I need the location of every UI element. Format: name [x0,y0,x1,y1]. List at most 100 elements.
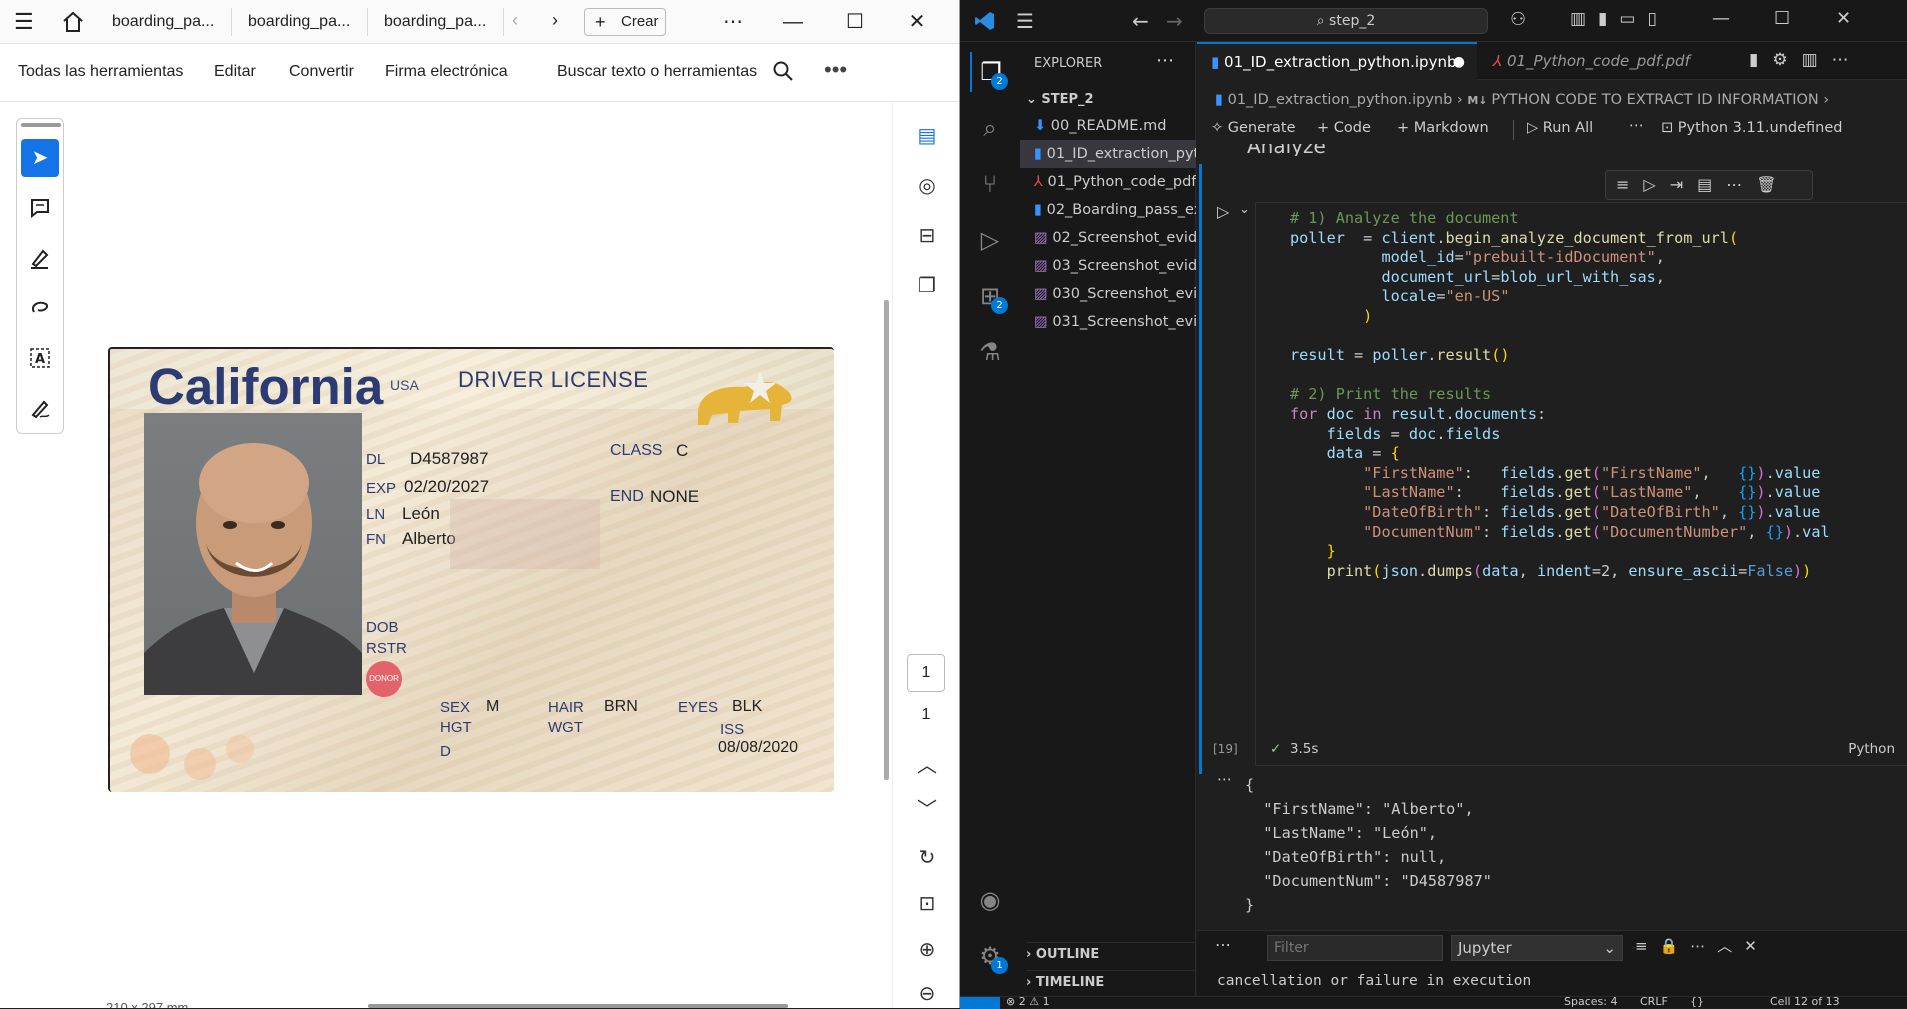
explorer-icon[interactable]: ❐ 2 [970,52,1010,92]
minimize-icon[interactable]: — [770,0,816,44]
testing-icon[interactable]: ⚗ [970,332,1010,372]
file-item[interactable]: ⬇ 00_README.md [1020,112,1196,140]
more-options-icon[interactable]: ⋯ [710,0,756,44]
page-number-input[interactable]: 1 [907,654,945,692]
toolbar-grip[interactable] [21,123,61,127]
cell-chevron-icon[interactable]: ⌄ [1239,202,1250,217]
close-icon[interactable]: ✕ [894,0,940,44]
cell-position[interactable]: Cell 12 of 13 [1770,995,1840,1008]
timeline-section[interactable]: › TIMELINE [1026,970,1196,990]
file-item[interactable]: ▨ 031_Screenshot_evid... [1020,308,1196,336]
menu-esign[interactable]: Firma electrónica [385,63,508,81]
sign-tool-icon[interactable] [21,389,59,427]
close-icon[interactable]: ✕ [1836,8,1851,29]
code-cell[interactable]: # 1) Analyze the document poller = client… [1255,202,1907,766]
hamburger-menu-icon[interactable]: ☰ [14,10,38,34]
account-icon[interactable]: ◉ [970,880,1010,920]
extensions-icon[interactable]: ⊞ 2 [970,276,1010,316]
pages-icon[interactable]: ❐ [911,270,943,302]
split-cell-icon[interactable]: ▤ [1697,175,1726,194]
tab-boarding-3[interactable]: boarding_pa... [374,8,504,36]
create-button[interactable]: + Crear [584,8,666,36]
maximize-icon[interactable]: ☐ [832,0,878,44]
text-tool-icon[interactable]: A [21,339,59,377]
panel-actions[interactable]: ≡🔒⋯︿✕ [1635,935,1769,956]
add-markdown-button[interactable]: + Markdown [1397,120,1489,136]
tab-active-notebook[interactable]: ▮ 01_ID_extraction_python.ipynb ● [1197,42,1477,80]
ai-assistant-icon[interactable]: ▤ [911,120,943,152]
run-below-icon[interactable]: ▷ [1643,175,1669,194]
outline-section[interactable]: › OUTLINE [1026,942,1196,962]
settings-gear-icon[interactable]: ⚙ 1 [970,936,1010,976]
search-icon[interactable]: ⌕ [970,108,1010,148]
problems-count[interactable]: ⊗ 2 ⚠ 1 [1006,995,1050,1008]
chevron-left-icon[interactable]: ‹ [512,10,518,31]
run-all-button[interactable]: ▷ Run All [1527,120,1593,136]
tab-pdf[interactable]: ⅄ 01_Python_code_pdf.pdf [1479,42,1699,80]
page-down-icon[interactable]: ﹀ [911,794,943,826]
menu-all-tools[interactable]: Todas las herramientas [18,63,183,81]
braces-indicator[interactable]: {} [1690,995,1704,1008]
home-icon[interactable] [60,9,86,35]
comment-tool-icon[interactable] [21,189,59,227]
output-channel-dropdown[interactable]: Jupyter ⌄ [1451,935,1623,961]
editor-actions[interactable]: ▮⚙▥⋯ [1749,50,1863,70]
tab-boarding-2[interactable]: boarding_pa... [238,8,368,36]
file-item[interactable]: ⅄ 01_Python_code_pdf.... [1020,168,1196,196]
highlight-tool-icon[interactable] [21,239,59,277]
run-debug-icon[interactable]: ▷ [970,220,1010,260]
indentation[interactable]: Spaces: 4 [1564,995,1617,1008]
breadcrumb-section[interactable]: PYTHON CODE TO EXTRACT ID INFORMATION [1491,92,1818,108]
rotate-icon[interactable]: ↻ [911,842,943,874]
add-code-button[interactable]: + Code [1317,120,1371,136]
copilot-icon[interactable]: ⚇ [1510,9,1526,30]
document-view[interactable]: California USA DRIVER LICENSE DL D458798… [80,102,880,1008]
select-tool-icon[interactable]: ➤ [21,139,59,177]
search-icon[interactable] [772,60,794,87]
kernel-picker[interactable]: ⊡ Python 3.11.undefined [1661,120,1842,136]
more-menu-icon[interactable]: ••• [824,57,847,83]
zoom-in-icon[interactable]: ⊕ [911,934,943,966]
cell-language[interactable]: Python [1848,741,1895,757]
more-actions-icon[interactable]: ⋯ [1629,118,1644,134]
back-arrow-icon[interactable]: ← [1132,9,1149,33]
run-cell-icon[interactable]: ▷ [1217,202,1229,221]
comment-icon[interactable]: ◎ [911,170,943,202]
line-ending[interactable]: CRLF [1640,995,1668,1008]
menu-icon[interactable]: ☰ [1016,9,1034,33]
run-above-icon[interactable]: ≡ [1616,175,1643,194]
actual-size-icon[interactable]: ⊡ [911,888,943,920]
vertical-scrollbar[interactable] [884,300,889,780]
file-item[interactable]: ▮ 02_Boarding_pass_ext... [1020,196,1196,224]
file-item[interactable]: ▮ 01_ID_extraction_pyth... [1020,140,1196,168]
tab-boarding-1[interactable]: boarding_pa... [102,8,232,36]
generate-button[interactable]: ✧ Generate [1211,120,1296,136]
zoom-out-icon[interactable]: ⊖ [911,978,943,1008]
filter-input[interactable] [1267,935,1443,961]
run-next-icon[interactable]: ⇥ [1670,175,1697,194]
maximize-icon[interactable]: ☐ [1774,8,1790,29]
doc-scrollbar[interactable] [368,1004,788,1008]
command-search-box[interactable]: ⌕ step_2 [1204,8,1488,34]
minimize-icon[interactable]: — [1712,8,1730,29]
explorer-more-icon[interactable]: ⋯ [1156,50,1174,71]
remote-indicator[interactable] [960,997,1000,1009]
page-up-icon[interactable]: ︿ [911,750,943,782]
search-tools-link[interactable]: Buscar texto o herramientas [557,63,757,81]
bookmark-icon[interactable]: ⊟ [911,220,943,252]
panel-more-icon[interactable]: ⋯ [1215,935,1231,954]
unsaved-dot-icon[interactable]: ● [1453,44,1465,80]
file-item[interactable]: ▨ 02_Screenshot_evide... [1020,224,1196,252]
cell-more-icon[interactable]: ⋯ [1726,175,1756,194]
breadcrumb-file[interactable]: 01_ID_extraction_python.ipynb [1228,92,1453,108]
folder-header[interactable]: ⌄ STEP_2 [1026,92,1094,107]
layout-icons[interactable]: ▥▮▭▯ [1570,9,1669,29]
source-control-icon[interactable]: ⑂ [970,164,1010,204]
menu-edit[interactable]: Editar [214,63,256,81]
menu-convert[interactable]: Convertir [289,63,354,81]
chevron-right-icon[interactable]: › [552,10,558,31]
forward-arrow-icon[interactable]: → [1166,9,1183,33]
draw-tool-icon[interactable] [21,289,59,327]
output-more-icon[interactable]: ⋯ [1217,770,1232,788]
file-item[interactable]: ▨ 03_Screenshot_evide... [1020,252,1196,280]
